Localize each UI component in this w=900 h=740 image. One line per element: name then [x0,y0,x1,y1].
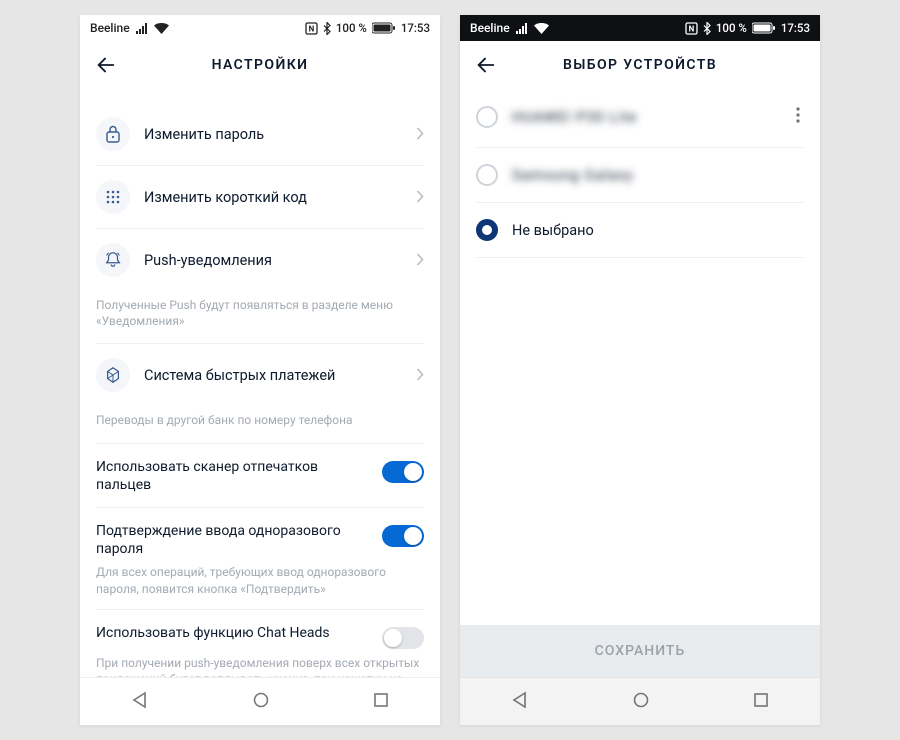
android-navbar [80,677,440,725]
svg-text:N: N [309,24,315,33]
switch-otp[interactable] [382,525,424,547]
device-option-none[interactable]: Не выбрано [476,203,804,258]
radio-checked[interactable] [476,219,498,241]
device-label: HUAWEI P30 Lite [512,109,778,126]
time-label: 17:53 [781,21,810,35]
toggle-label: Использовать сканер отпечатков пальцев [96,458,372,494]
wifi-icon [154,23,169,34]
chevron-right-icon [416,188,424,207]
row-push-notifications[interactable]: Push-уведомления [96,229,424,291]
row-label: Изменить пароль [144,126,402,143]
nav-recent[interactable] [373,692,389,712]
nfc-icon: N [685,22,698,35]
chatheads-description: При получении push-уведомления поверх вс… [96,655,424,677]
settings-scroll[interactable]: Изменить пароль Изменить короткий код Pu… [80,87,440,677]
chevron-right-icon [416,251,424,270]
time-label: 17:53 [401,21,430,35]
app-header: НАСТРОЙКИ [80,41,440,87]
battery-icon [752,22,776,34]
device-label: Samsung Galaxy [512,167,804,184]
app-header: ВЫБОР УСТРОЙСТВ [460,41,820,87]
row-sbp[interactable]: Система быстрых платежей [96,344,424,406]
radio-unchecked[interactable] [476,106,498,128]
battery-icon [372,22,396,34]
bell-icon [96,243,130,277]
bluetooth-icon [323,22,331,35]
toggle-fingerprint: Использовать сканер отпечатков пальцев [96,444,424,500]
battery-label: 100 % [336,21,367,35]
phone-settings: Beeline N 100 % 17:53 НАСТРОЙКИ Изменить… [80,15,440,725]
battery-label: 100 % [716,21,747,35]
nav-back[interactable] [511,691,529,713]
page-title: НАСТРОЙКИ [120,57,400,73]
push-description: Полученные Push будут появляться в разде… [96,291,424,344]
arrow-left-icon [95,54,117,76]
toggle-label: Использовать функцию Chat Heads [96,624,372,642]
back-button[interactable] [92,51,120,79]
android-navbar [460,677,820,725]
device-list[interactable]: HUAWEI P30 Lite Samsung Galaxy Не выбран… [460,87,820,625]
row-label: Изменить короткий код [144,189,402,206]
device-option-2[interactable]: Samsung Galaxy [476,148,804,203]
device-option-1[interactable]: HUAWEI P30 Lite [476,87,804,148]
sbp-description: Переводы в другой банк по номеру телефон… [96,406,424,443]
switch-fingerprint[interactable] [382,461,424,483]
save-label: СОХРАНИТЬ [595,643,686,659]
row-label: Push-уведомления [144,252,402,269]
nav-home[interactable] [632,691,650,713]
chevron-right-icon [416,125,424,144]
row-change-password[interactable]: Изменить пароль [96,103,424,166]
row-label: Система быстрых платежей [144,367,402,384]
wifi-icon [534,23,549,34]
chevron-right-icon [416,366,424,385]
nav-recent[interactable] [753,692,769,712]
nav-home[interactable] [252,691,270,713]
nav-back[interactable] [131,691,149,713]
nfc-icon: N [305,22,318,35]
back-button[interactable] [472,51,500,79]
toggle-chat-heads: Использовать функцию Chat Heads [96,610,424,655]
lock-icon [96,117,130,151]
radio-unchecked[interactable] [476,164,498,186]
bluetooth-icon [703,22,711,35]
status-bar: Beeline N 100 % 17:53 [80,15,440,41]
more-icon[interactable] [792,103,804,131]
carrier-label: Beeline [90,21,130,35]
phone-device-select: Beeline N 100 % 17:53 ВЫБОР УСТРОЙСТВ HU… [460,15,820,725]
keypad-icon [96,180,130,214]
otp-description: Для всех операций, требующих ввод однора… [96,564,424,609]
svg-text:N: N [689,24,695,33]
row-change-shortcode[interactable]: Изменить короткий код [96,166,424,229]
save-button[interactable]: СОХРАНИТЬ [460,625,820,677]
switch-chat-heads[interactable] [382,627,424,649]
signal-icon [515,23,529,34]
sbp-icon [96,358,130,392]
carrier-label: Beeline [470,21,510,35]
page-title: ВЫБОР УСТРОЙСТВ [500,57,780,73]
arrow-left-icon [475,54,497,76]
device-label: Не выбрано [512,222,804,239]
toggle-label: Подтверждение ввода одноразового пароля [96,522,372,558]
toggle-otp-confirm: Подтверждение ввода одноразового пароля [96,508,424,564]
status-bar: Beeline N 100 % 17:53 [460,15,820,41]
signal-icon [135,23,149,34]
